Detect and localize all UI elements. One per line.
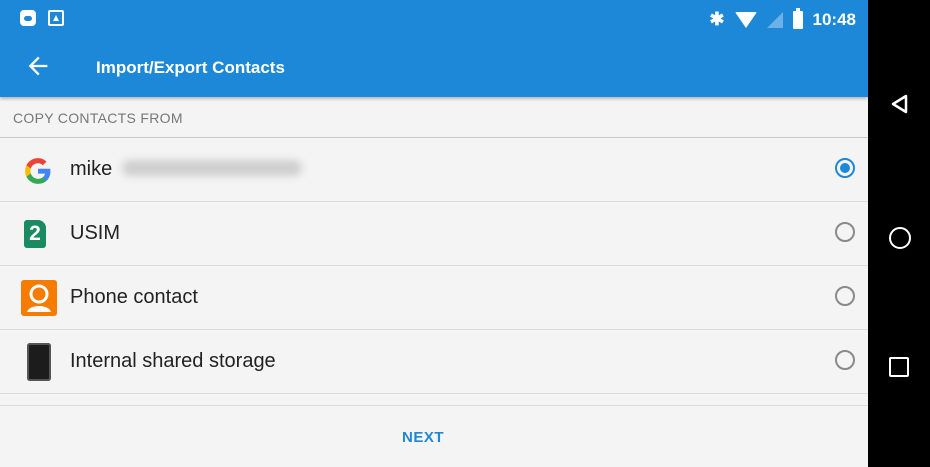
page-title: Import/Export Contacts (96, 58, 285, 77)
divider (0, 405, 868, 406)
nav-recents-icon[interactable] (889, 357, 909, 377)
section-header-label: COPY CONTACTS FROM (13, 110, 183, 126)
bluetooth-icon: ✱ (709, 9, 725, 29)
radio-unselected[interactable] (835, 350, 855, 370)
option-usim[interactable]: 2 USIM (0, 202, 868, 266)
nav-home-icon[interactable] (889, 227, 911, 249)
sim-2-icon: 2 (24, 220, 46, 248)
system-nav-bar (868, 0, 930, 467)
nav-back-icon[interactable] (890, 94, 910, 114)
app-notification-icon (48, 10, 64, 26)
screen: ✱ 10:48 Import/Export Contacts COPY CONT… (0, 0, 868, 467)
google-icon (25, 158, 51, 184)
option-label: mike (70, 158, 113, 180)
signal-icon (766, 11, 783, 28)
clock: 10:48 (812, 9, 856, 29)
option-label: Phone contact (70, 286, 198, 308)
next-button[interactable]: NEXT (402, 429, 444, 446)
wifi-icon (734, 11, 757, 28)
option-label: USIM (70, 222, 120, 244)
phone-contact-icon (21, 280, 57, 316)
back-arrow-icon[interactable] (24, 52, 52, 80)
option-google-account[interactable]: mike (0, 138, 868, 202)
radio-unselected[interactable] (835, 222, 855, 242)
radio-selected[interactable] (835, 158, 855, 178)
radio-unselected[interactable] (835, 286, 855, 306)
device-storage-icon (27, 343, 51, 381)
app-bar: Import/Export Contacts (0, 40, 868, 97)
battery-icon (792, 7, 803, 29)
option-internal-storage[interactable]: Internal shared storage (0, 330, 868, 394)
section-header: COPY CONTACTS FROM (0, 100, 868, 138)
status-bar: ✱ 10:48 (0, 0, 868, 40)
notification-icon (20, 10, 36, 26)
option-phone-contact[interactable]: Phone contact (0, 266, 868, 330)
option-label: Internal shared storage (70, 350, 276, 372)
redacted-email (122, 160, 302, 176)
